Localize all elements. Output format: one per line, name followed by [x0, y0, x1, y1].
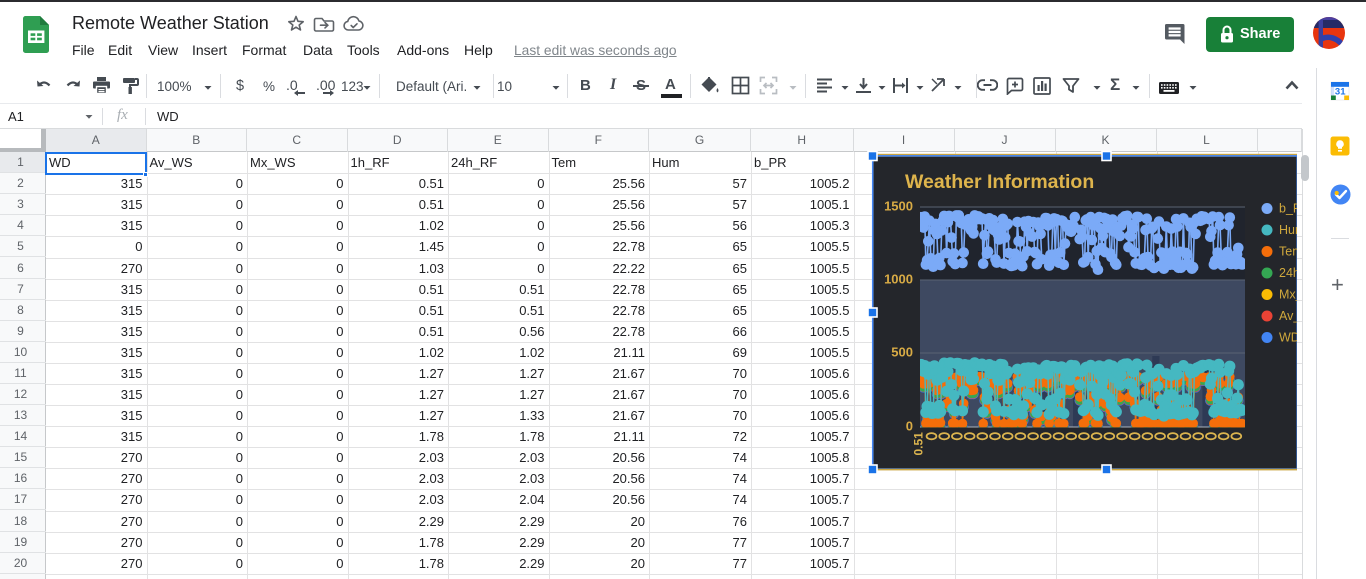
svg-text:WD: WD [1279, 331, 1297, 345]
svg-text:0: 0 [906, 419, 913, 434]
svg-text:Weather Information: Weather Information [905, 171, 1094, 193]
svg-text:1000: 1000 [884, 272, 913, 287]
svg-text:24h_RF: 24h_RF [1279, 266, 1297, 280]
svg-text:Av_WS: Av_WS [1279, 309, 1297, 323]
svg-text:Mx_WS: Mx_WS [1279, 288, 1297, 302]
svg-text:500: 500 [891, 345, 913, 360]
svg-text:Hum: Hum [1279, 223, 1297, 237]
svg-text:1500: 1500 [884, 199, 913, 214]
svg-text:31: 31 [1335, 87, 1346, 98]
svg-text:0.51: 0.51 [912, 432, 926, 456]
svg-text:b_PR: b_PR [1279, 202, 1297, 216]
svg-text:Tem: Tem [1279, 245, 1297, 259]
